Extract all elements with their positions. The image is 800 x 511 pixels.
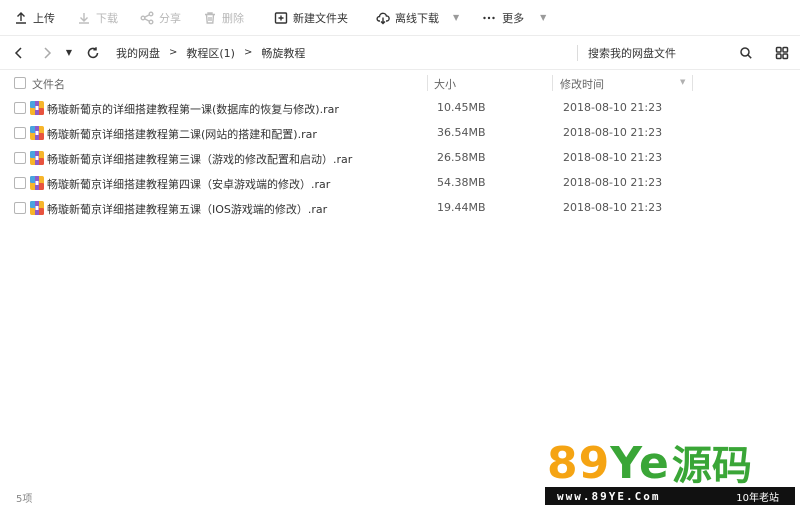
download-label: 下载 <box>96 11 118 25</box>
offline-download-button[interactable]: 离线下载 ▼ <box>376 0 459 36</box>
file-list: 畅璇新葡京的详细搭建教程第一课(数据库的恢复与修改).rar 10.45MB 2… <box>0 96 800 221</box>
offline-download-label: 离线下载 <box>395 11 439 25</box>
download-button[interactable]: 下载 <box>77 0 118 36</box>
breadcrumb-item-tutorial-area[interactable]: 教程区(1) <box>186 45 235 61</box>
file-name[interactable]: 畅璇新葡京的详细搭建教程第一课(数据库的恢复与修改).rar <box>47 101 339 117</box>
more-dots-icon <box>481 11 497 25</box>
file-modified-time: 2018-08-10 21:23 <box>563 126 663 139</box>
rar-archive-icon <box>30 126 44 140</box>
file-row[interactable]: 畅璇新葡京详细搭建教程第四课（安卓游戏端的修改）.rar 54.38MB 201… <box>0 171 800 196</box>
offline-download-dropdown-icon[interactable]: ▼ <box>453 13 459 22</box>
toolbar: 上传 下载 分享 删除 新建文件夹 离线下载 ▼ 更多 ▼ <box>0 0 800 36</box>
rar-archive-icon <box>30 151 44 165</box>
more-label: 更多 <box>502 11 525 25</box>
file-modified-time: 2018-08-10 21:23 <box>563 176 663 189</box>
item-count: 5项 <box>16 494 33 505</box>
row-checkbox[interactable] <box>14 177 26 189</box>
row-checkbox[interactable] <box>14 152 26 164</box>
breadcrumb-item-my-drive[interactable]: 我的网盘 <box>116 45 160 61</box>
sort-descending-icon[interactable]: ▼ <box>680 78 685 86</box>
file-size: 26.58MB <box>437 151 486 164</box>
file-size: 19.44MB <box>437 201 486 214</box>
more-button[interactable]: 更多 ▼ <box>481 0 546 36</box>
history-dropdown-icon[interactable]: ▼ <box>60 44 78 62</box>
file-row[interactable]: 畅璇新葡京的详细搭建教程第一课(数据库的恢复与修改).rar 10.45MB 2… <box>0 96 800 121</box>
file-size: 10.45MB <box>437 101 486 114</box>
upload-icon <box>14 11 28 25</box>
breadcrumb-separator: > <box>169 47 178 58</box>
file-size: 36.54MB <box>437 126 486 139</box>
navigation-bar: ▼ 我的网盘 > 教程区(1) > 畅旋教程 <box>0 36 800 70</box>
delete-label: 删除 <box>222 11 244 25</box>
back-arrow-icon[interactable] <box>10 44 28 62</box>
select-all-checkbox[interactable] <box>14 77 26 89</box>
upload-label: 上传 <box>33 11 55 25</box>
watermark-url: www.89YE.Com <box>557 489 661 503</box>
column-header-modified[interactable]: 修改时间 <box>560 76 604 92</box>
watermark-ye: Ye <box>610 438 670 489</box>
file-name[interactable]: 畅璇新葡京详细搭建教程第五课（IOS游戏端的修改）.rar <box>47 201 327 217</box>
watermark-logo: 89 Ye 源码 www.89YE.Com 10年老站 <box>545 436 795 506</box>
column-header-size[interactable]: 大小 <box>434 76 456 92</box>
new-folder-button[interactable]: 新建文件夹 <box>274 0 348 36</box>
watermark-banner: www.89YE.Com 10年老站 <box>545 487 795 505</box>
column-header-name[interactable]: 文件名 <box>32 76 65 92</box>
breadcrumb-separator: > <box>243 47 253 58</box>
share-label: 分享 <box>159 11 181 25</box>
rar-archive-icon <box>30 101 44 115</box>
cloud-download-icon <box>376 11 390 25</box>
file-row[interactable]: 畅璇新葡京详细搭建教程第二课(网站的搭建和配置).rar 36.54MB 201… <box>0 121 800 146</box>
watermark-tagline: 10年老站 <box>736 493 779 504</box>
file-row[interactable]: 畅璇新葡京详细搭建教程第五课（IOS游戏端的修改）.rar 19.44MB 20… <box>0 196 800 221</box>
row-checkbox[interactable] <box>14 102 26 114</box>
file-name[interactable]: 畅璇新葡京详细搭建教程第二课(网站的搭建和配置).rar <box>47 126 317 142</box>
file-modified-time: 2018-08-10 21:23 <box>563 151 663 164</box>
more-dropdown-icon[interactable]: ▼ <box>540 13 546 22</box>
file-list-header: 文件名 大小 修改时间 ▼ <box>0 71 800 95</box>
column-divider[interactable] <box>552 75 553 91</box>
grid-view-icon[interactable] <box>773 44 791 62</box>
file-size: 54.38MB <box>437 176 486 189</box>
rar-archive-icon <box>30 176 44 190</box>
refresh-icon[interactable] <box>84 44 102 62</box>
file-row[interactable]: 畅璇新葡京详细搭建教程第三课（游戏的修改配置和启动）.rar 26.58MB 2… <box>0 146 800 171</box>
watermark-title: 89 Ye 源码 <box>547 436 752 489</box>
forward-arrow-icon[interactable] <box>38 44 56 62</box>
cloud-drive-window: 上传 下载 分享 删除 新建文件夹 离线下载 ▼ 更多 ▼ ▼ 我的网盘 > 教… <box>0 0 800 511</box>
share-button[interactable]: 分享 <box>140 0 181 36</box>
watermark-chinese: 源码 <box>671 443 752 489</box>
share-icon <box>140 11 154 25</box>
column-divider[interactable] <box>427 75 428 91</box>
delete-button[interactable]: 删除 <box>203 0 244 36</box>
column-divider[interactable] <box>692 75 693 91</box>
new-folder-label: 新建文件夹 <box>293 11 348 25</box>
search-input[interactable] <box>588 45 728 61</box>
new-folder-icon <box>274 11 288 25</box>
watermark-number: 89 <box>547 438 611 489</box>
breadcrumb-item-current-folder[interactable]: 畅旋教程 <box>261 45 305 61</box>
trash-icon <box>203 11 217 25</box>
upload-button[interactable]: 上传 <box>14 0 55 36</box>
search-icon[interactable] <box>737 44 755 62</box>
rar-archive-icon <box>30 201 44 215</box>
file-name[interactable]: 畅璇新葡京详细搭建教程第四课（安卓游戏端的修改）.rar <box>47 176 330 192</box>
search-divider <box>577 45 578 61</box>
row-checkbox[interactable] <box>14 202 26 214</box>
file-name[interactable]: 畅璇新葡京详细搭建教程第三课（游戏的修改配置和启动）.rar <box>47 151 352 167</box>
breadcrumb: 我的网盘 > 教程区(1) > 畅旋教程 <box>116 45 305 61</box>
file-modified-time: 2018-08-10 21:23 <box>563 101 663 114</box>
download-icon <box>77 11 91 25</box>
file-modified-time: 2018-08-10 21:23 <box>563 201 663 214</box>
row-checkbox[interactable] <box>14 127 26 139</box>
